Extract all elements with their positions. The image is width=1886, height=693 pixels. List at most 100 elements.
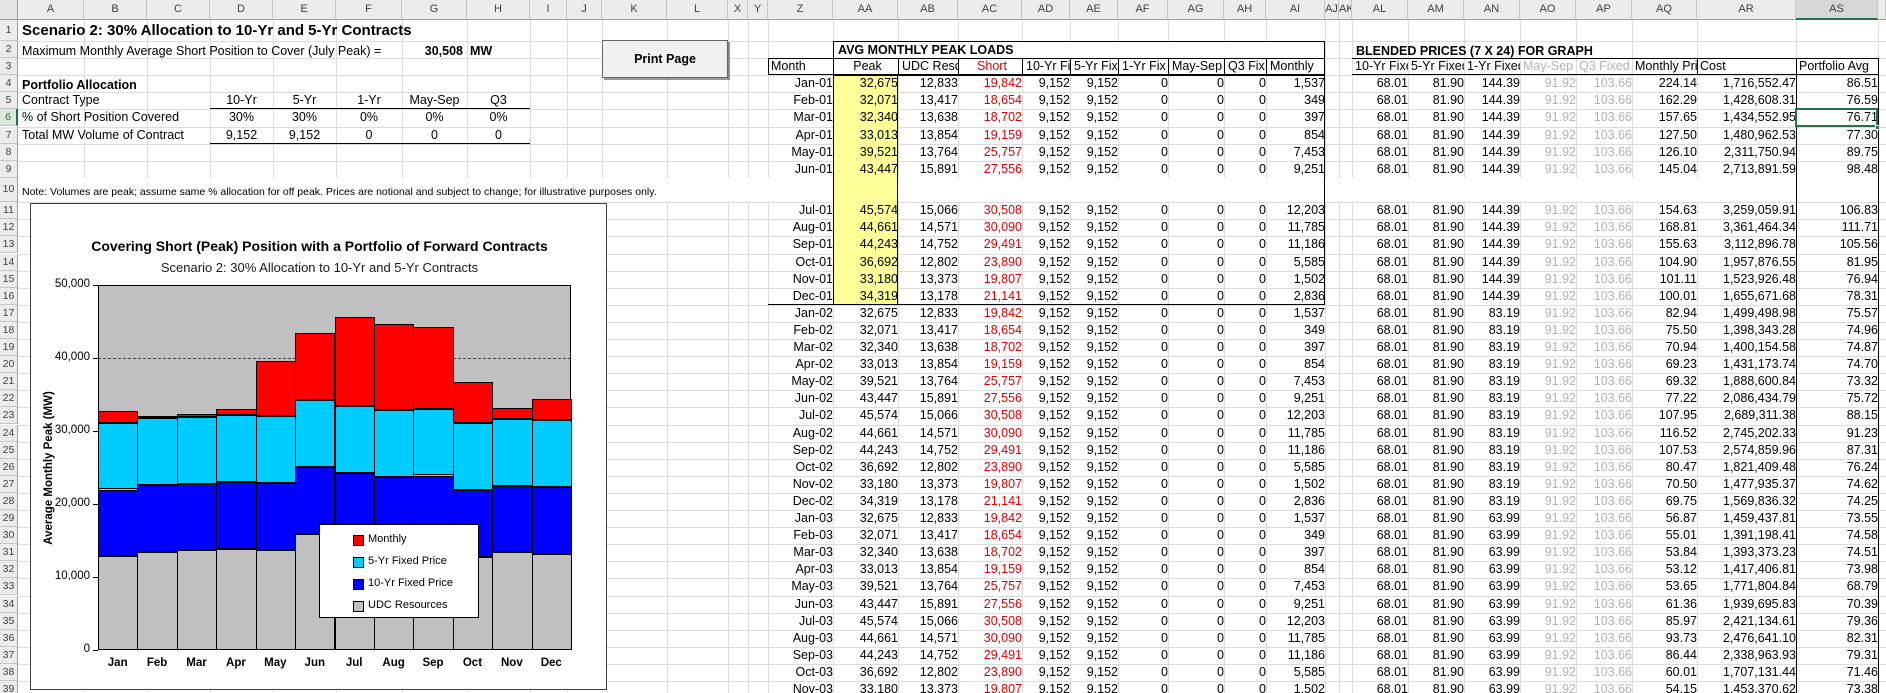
cell[interactable]: 83.19 <box>1464 442 1524 459</box>
row-header-22[interactable]: 22 <box>0 390 18 407</box>
cell[interactable]: 9,152 <box>1070 407 1122 424</box>
row-header-12[interactable]: 12 <box>0 219 18 236</box>
row-header-29[interactable]: 29 <box>0 510 18 527</box>
cell[interactable]: 25,757 <box>958 578 1026 595</box>
blended-prices-header[interactable]: Portfolio Avg <box>1796 59 1878 74</box>
cell[interactable]: 18,702 <box>958 544 1026 561</box>
row-header-2[interactable]: 2 <box>0 41 18 58</box>
cell[interactable]: 68.01 <box>1352 288 1412 305</box>
cell[interactable]: 69.75 <box>1632 493 1701 510</box>
cell[interactable]: 86.51 <box>1796 75 1882 92</box>
cell[interactable]: 75.50 <box>1632 322 1701 339</box>
cell[interactable]: 85.97 <box>1632 613 1701 630</box>
cell[interactable]: 9,251 <box>1266 390 1329 407</box>
cell[interactable]: 0 <box>1224 476 1270 493</box>
cell[interactable]: 81.90 <box>1408 493 1468 510</box>
cell[interactable]: 86.44 <box>1632 647 1701 664</box>
cell[interactable]: 83.19 <box>1464 493 1524 510</box>
cell[interactable]: Jun-02 <box>768 390 837 407</box>
col-header-AO[interactable]: AO <box>1520 0 1576 20</box>
cell[interactable]: 0 <box>1118 681 1172 693</box>
cell[interactable]: 91.92 <box>1520 339 1580 356</box>
allocation-row-label[interactable]: Total MW Volume of Contract <box>22 127 208 144</box>
cell[interactable]: 0 <box>1168 425 1228 442</box>
cell[interactable]: 105.56 <box>1796 236 1882 253</box>
cell[interactable]: 0 <box>1224 75 1270 92</box>
cell[interactable]: 9,152 <box>1070 339 1122 356</box>
cell[interactable]: 103.66 <box>1576 390 1636 407</box>
peak-loads-header[interactable]: 1-Yr Fix <box>1118 59 1168 74</box>
cell[interactable]: 63.99 <box>1464 681 1524 693</box>
cell[interactable]: 0 <box>1168 144 1228 161</box>
cell[interactable]: 33,180 <box>833 681 902 693</box>
cell[interactable]: 68.01 <box>1352 561 1412 578</box>
cell[interactable]: 98.48 <box>1796 161 1882 178</box>
cell[interactable]: 9,152 <box>1070 476 1122 493</box>
cell[interactable]: 81.90 <box>1408 75 1468 92</box>
cell[interactable]: 3,361,464.34 <box>1697 219 1800 236</box>
cell[interactable]: 13,638 <box>898 109 962 126</box>
cell[interactable]: 9,152 <box>1022 613 1074 630</box>
col-header-B[interactable]: B <box>84 0 147 20</box>
col-header-AQ[interactable]: AQ <box>1632 0 1697 20</box>
cell[interactable]: 1,569,836.32 <box>1697 493 1800 510</box>
col-header-L[interactable]: L <box>667 0 728 20</box>
cell[interactable]: May-02 <box>768 373 837 390</box>
cell[interactable]: 69.32 <box>1632 373 1701 390</box>
cell[interactable]: 9,152 <box>1070 271 1122 288</box>
cell[interactable]: 1,716,552.47 <box>1697 75 1800 92</box>
cell[interactable]: 43,447 <box>833 161 902 178</box>
cell[interactable]: 75.72 <box>1796 390 1882 407</box>
cell[interactable]: Aug-03 <box>768 630 837 647</box>
cell[interactable]: 91.92 <box>1520 459 1580 476</box>
cell[interactable]: 1,939,695.83 <box>1697 596 1800 613</box>
cell[interactable]: 9,152 <box>1022 236 1074 253</box>
cell[interactable]: 68.01 <box>1352 544 1412 561</box>
cell[interactable]: 0 <box>1224 544 1270 561</box>
cell[interactable]: 81.90 <box>1408 271 1468 288</box>
cell[interactable]: 0 <box>1118 144 1172 161</box>
blended-prices-header[interactable]: Cost <box>1697 59 1796 74</box>
cell[interactable]: 68.01 <box>1352 202 1412 219</box>
cell[interactable]: Mar-01 <box>768 109 837 126</box>
row-header-21[interactable]: 21 <box>0 373 18 390</box>
cell[interactable]: 103.66 <box>1576 236 1636 253</box>
blended-prices-header[interactable]: Q3 Fixed <box>1576 59 1632 74</box>
col-header-partial[interactable] <box>1878 0 1886 20</box>
cell[interactable]: 19,807 <box>958 271 1026 288</box>
cell[interactable]: 32,675 <box>833 510 902 527</box>
cell[interactable]: 107.53 <box>1632 442 1701 459</box>
cell[interactable]: 74.87 <box>1796 339 1882 356</box>
allocation-value[interactable]: 30% <box>210 109 273 126</box>
cell[interactable]: 81.90 <box>1408 322 1468 339</box>
cell[interactable]: 83.19 <box>1464 339 1524 356</box>
cell[interactable]: Jan-02 <box>768 305 837 322</box>
cell[interactable]: 0 <box>1118 630 1172 647</box>
cell[interactable]: 39,521 <box>833 144 902 161</box>
cell[interactable]: 224.14 <box>1632 75 1701 92</box>
cell[interactable]: 9,152 <box>1070 373 1122 390</box>
cell[interactable]: 3,259,059.91 <box>1697 202 1800 219</box>
cell[interactable]: 103.66 <box>1576 407 1636 424</box>
cell[interactable]: 103.66 <box>1576 288 1636 305</box>
cell[interactable]: 68.01 <box>1352 109 1412 126</box>
cell[interactable]: 75.57 <box>1796 305 1882 322</box>
cell[interactable]: 81.90 <box>1408 459 1468 476</box>
cell[interactable]: 30,508 <box>958 613 1026 630</box>
cell[interactable]: 0 <box>1118 544 1172 561</box>
cell[interactable]: 2,421,134.61 <box>1697 613 1800 630</box>
cell[interactable]: 68.01 <box>1352 75 1412 92</box>
cell[interactable]: 63.99 <box>1464 647 1524 664</box>
cell[interactable]: 9,152 <box>1070 425 1122 442</box>
cell[interactable]: 12,203 <box>1266 407 1329 424</box>
cell[interactable]: 81.90 <box>1408 305 1468 322</box>
cell[interactable]: 0 <box>1118 647 1172 664</box>
cell[interactable]: 144.39 <box>1464 127 1524 144</box>
cell[interactable]: 144.39 <box>1464 161 1524 178</box>
cell[interactable]: 12,802 <box>898 254 962 271</box>
cell[interactable]: 30,508 <box>958 202 1026 219</box>
cell[interactable]: 27,556 <box>958 390 1026 407</box>
cell[interactable]: 9,152 <box>1022 144 1074 161</box>
allocation-row-label[interactable]: Contract Type <box>22 92 208 109</box>
cell[interactable]: 63.99 <box>1464 664 1524 681</box>
